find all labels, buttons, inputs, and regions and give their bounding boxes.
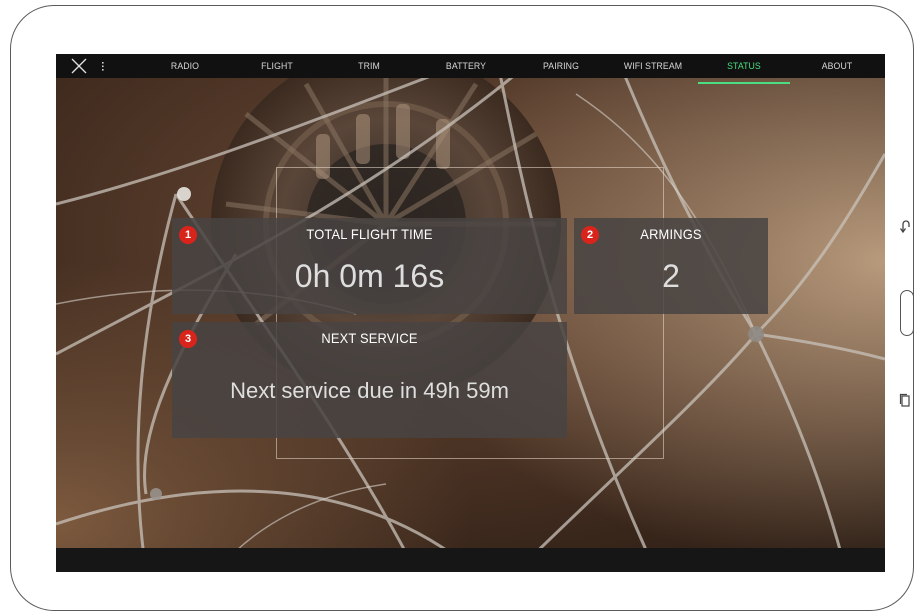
home-button-icon[interactable]: [900, 290, 914, 336]
bottom-bar: [56, 548, 885, 572]
top-nav-bar: RADIO FLIGHT TRIM BATTERY PAIRING WIFI S…: [56, 54, 885, 78]
tab-trim[interactable]: TRIM: [340, 54, 397, 78]
tab-wifi-stream[interactable]: WIFI STREAM: [612, 54, 695, 78]
back-icon[interactable]: [899, 219, 911, 233]
tab-pairing[interactable]: PAIRING: [529, 54, 593, 78]
badge-1: 1: [179, 226, 197, 244]
next-service-value: Next service due in 49h 59m: [230, 378, 509, 403]
vertical-dots-icon[interactable]: [100, 58, 106, 74]
total-flight-time-title: TOTAL FLIGHT TIME: [306, 226, 433, 242]
close-x-icon[interactable]: [70, 57, 88, 75]
tab-radio[interactable]: RADIO: [156, 54, 213, 78]
badge-3: 3: [179, 330, 197, 348]
armings-panel: ARMINGS 2: [574, 218, 768, 314]
app-screen: RADIO FLIGHT TRIM BATTERY PAIRING WIFI S…: [56, 54, 885, 572]
total-flight-time-panel: TOTAL FLIGHT TIME 0h 0m 16s: [172, 218, 567, 314]
recents-icon[interactable]: [899, 393, 911, 407]
next-service-title: NEXT SERVICE: [321, 330, 418, 346]
tab-flight[interactable]: FLIGHT: [248, 54, 305, 78]
next-service-panel: NEXT SERVICE Next service due in 49h 59m: [172, 322, 567, 438]
armings-title: ARMINGS: [640, 226, 702, 242]
active-tab-indicator: [698, 82, 790, 84]
armings-value: 2: [662, 258, 680, 294]
badge-2: 2: [581, 226, 599, 244]
tab-status[interactable]: STATUS: [711, 54, 777, 78]
tab-battery[interactable]: BATTERY: [434, 54, 498, 78]
total-flight-time-value: 0h 0m 16s: [294, 258, 445, 294]
tab-about[interactable]: ABOUT: [807, 54, 868, 78]
